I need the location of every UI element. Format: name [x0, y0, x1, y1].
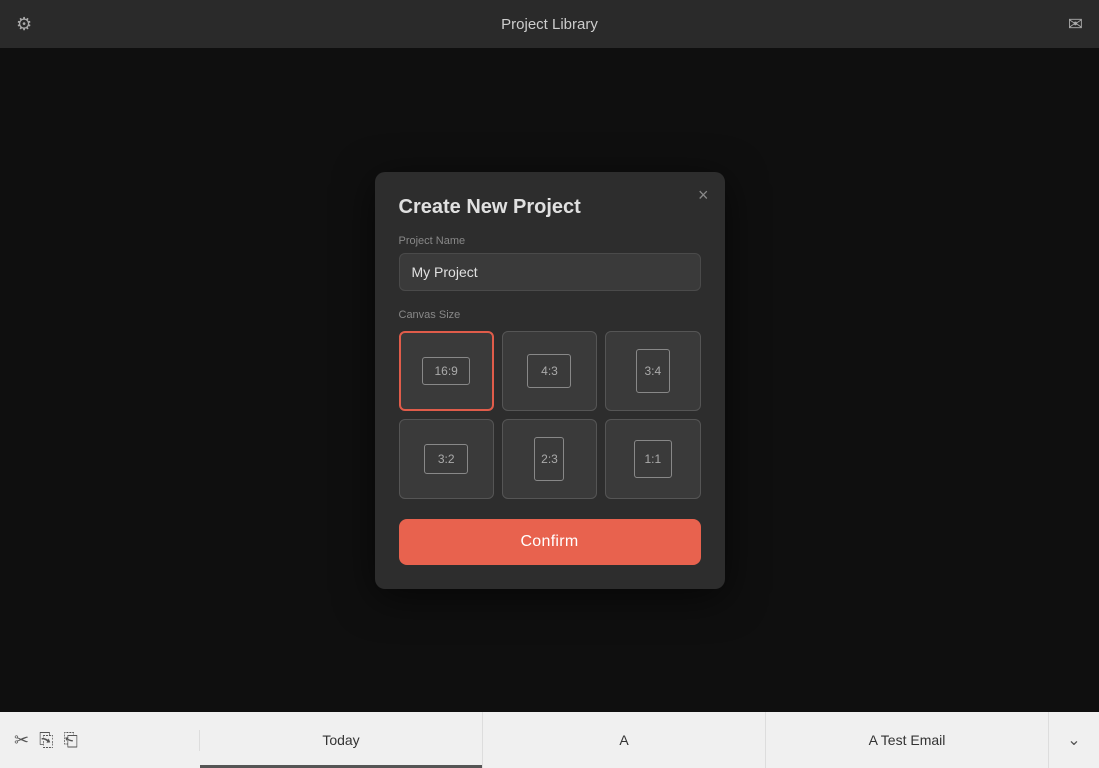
bottom-tabs: Today A A Test Email	[200, 712, 1049, 768]
tab-test-email-label: A Test Email	[869, 732, 946, 748]
canvas-ratio-box-2-3: 2:3	[534, 437, 564, 481]
canvas-ratio-label-3-4: 3:4	[644, 364, 661, 378]
scissors-icon[interactable]: ✂	[14, 730, 29, 751]
canvas-ratio-label-1-1: 1:1	[644, 452, 661, 466]
copy-icon[interactable]: ⎘	[39, 730, 53, 751]
top-bar: ⚙ Project Library ✉	[0, 0, 1099, 48]
tab-a[interactable]: A	[483, 712, 766, 768]
canvas-ratio-box-3-4: 3:4	[636, 349, 670, 393]
canvas-option-4-3[interactable]: 4:3	[502, 331, 597, 411]
close-button[interactable]: ×	[698, 186, 709, 204]
canvas-size-label: Canvas Size	[399, 309, 701, 321]
canvas-option-1-1[interactable]: 1:1	[605, 419, 700, 499]
project-name-input[interactable]	[399, 253, 701, 291]
gear-icon[interactable]: ⚙	[16, 14, 32, 35]
canvas-ratio-label-16-9: 16:9	[434, 364, 457, 378]
canvas-option-3-2[interactable]: 3:2	[399, 419, 494, 499]
canvas-option-2-3[interactable]: 2:3	[502, 419, 597, 499]
tab-a-label: A	[619, 732, 628, 748]
canvas-ratio-label-3-2: 3:2	[438, 452, 455, 466]
canvas-option-16-9[interactable]: 16:9	[399, 331, 494, 411]
canvas-option-3-4[interactable]: 3:4	[605, 331, 700, 411]
inbox-icon[interactable]: ✉	[1068, 14, 1083, 35]
chevron-down-icon: ⌄	[1067, 730, 1080, 750]
canvas-ratio-box-1-1: 1:1	[634, 440, 672, 478]
canvas-ratio-box-16-9: 16:9	[422, 357, 470, 385]
more-tabs-button[interactable]: ⌄	[1049, 712, 1099, 768]
bottom-bar: ✂ ⎘ ⎗ Today A A Test Email ⌄	[0, 712, 1099, 768]
canvas-ratio-label-2-3: 2:3	[541, 452, 558, 466]
canvas-ratio-box-3-2: 3:2	[424, 444, 468, 474]
confirm-button[interactable]: Confirm	[399, 519, 701, 565]
canvas-size-grid: 16:9 4:3 3:4 3:2 2:3	[399, 331, 701, 499]
create-project-modal: × Create New Project Project Name Canvas…	[375, 172, 725, 589]
canvas-ratio-label-4-3: 4:3	[541, 364, 558, 378]
page-title: Project Library	[501, 16, 598, 33]
paste-icon[interactable]: ⎗	[64, 730, 78, 751]
modal-title: Create New Project	[399, 196, 701, 219]
project-name-label: Project Name	[399, 235, 701, 247]
tab-test-email[interactable]: A Test Email	[766, 712, 1049, 768]
tab-today[interactable]: Today	[200, 712, 483, 768]
modal-overlay: × Create New Project Project Name Canvas…	[0, 48, 1099, 712]
tab-today-label: Today	[322, 732, 359, 748]
canvas-ratio-box-4-3: 4:3	[527, 354, 571, 388]
bottom-icons: ✂ ⎘ ⎗	[0, 730, 200, 751]
